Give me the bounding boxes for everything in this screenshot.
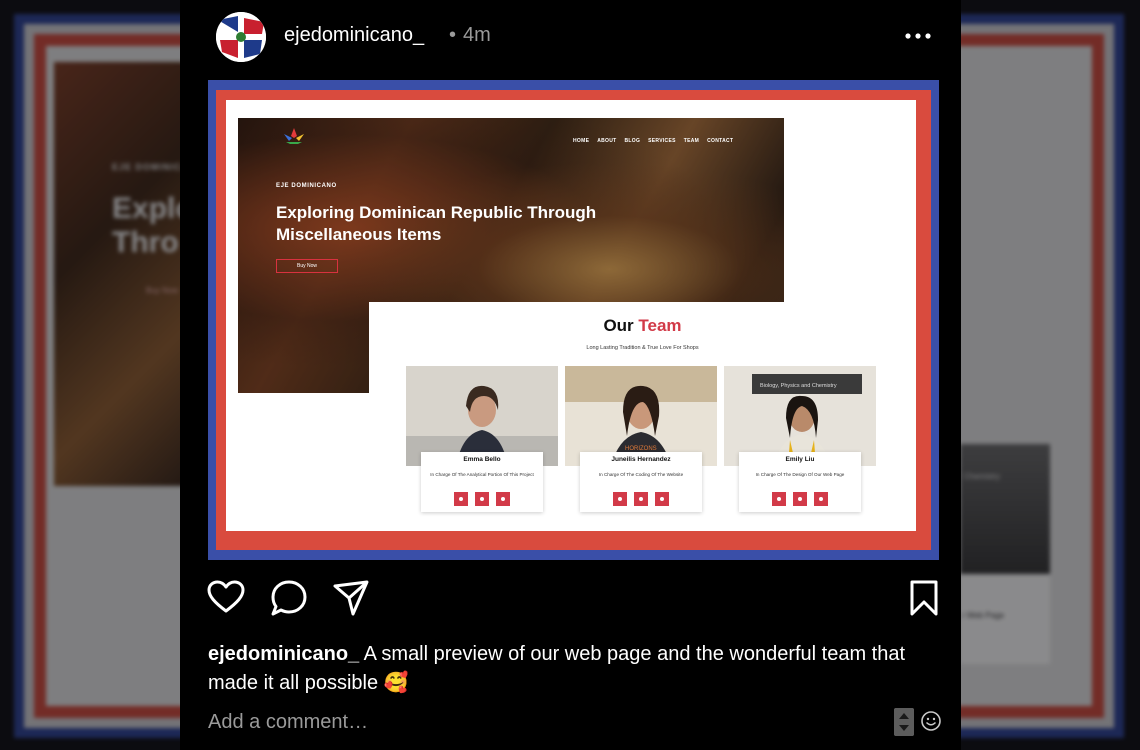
comment-input[interactable]	[208, 706, 888, 738]
caption-emoji: 🥰	[383, 672, 409, 694]
comment-row	[208, 706, 941, 738]
hero-eyebrow: EJE DOMINICANO	[276, 183, 337, 189]
caption-username[interactable]: ejedominicano_	[208, 643, 359, 665]
member-photo: HORIZONS	[565, 366, 717, 466]
twitter-icon	[814, 492, 828, 506]
team-section: Our Team Long Lasting Tradition & True L…	[369, 302, 916, 531]
backdrop-chem: Chemistry	[964, 472, 1001, 481]
buy-now-button: Buy Now	[276, 259, 338, 273]
member-role: In Charge Of The Design Of Our Web Page	[755, 472, 845, 477]
member-role: In Charge Of The Analytical Portion Of T…	[430, 472, 534, 477]
post-panel: ejedominicano_ • 4m HOME ABOUT BLOG SERV…	[180, 0, 961, 750]
backdrop-role: r Web Page	[962, 611, 1005, 620]
flower-logo-icon	[284, 128, 304, 144]
backdrop-eyebrow: EJE DOMINICA	[112, 162, 190, 172]
post-header: ejedominicano_ • 4m	[180, 0, 961, 74]
facebook-icon	[454, 492, 468, 506]
website-preview: HOME ABOUT BLOG SERVICES TEAM CONTACT EJ…	[226, 100, 916, 531]
ellipsis-horizontal-icon[interactable]	[900, 22, 940, 50]
instagram-icon	[793, 492, 807, 506]
resize-handle-icon[interactable]	[894, 708, 914, 736]
team-title-team: Team	[638, 316, 682, 335]
team-title: Our Team	[369, 316, 916, 336]
backdrop-buy: Buy Now	[146, 286, 179, 295]
photo-sign-text: Biology, Physics and Chemistry	[760, 383, 837, 389]
post-caption: ejedominicano_ A small preview of our we…	[208, 640, 938, 698]
member-role: In Charge Of The Coding Of The Website	[598, 472, 684, 477]
member-photo-image: Biology, Physics and Chemistry	[724, 366, 876, 466]
member-name: Juneilis Hernandez	[611, 456, 671, 463]
member-photo: Biology, Physics and Chemistry	[724, 366, 876, 466]
member-name: Emma Bello	[463, 456, 501, 463]
nav-contact: CONTACT	[707, 138, 734, 144]
heart-icon[interactable]	[206, 578, 246, 618]
team-member-card: HORIZONS Juneilis Hernandez In Charge Of…	[565, 366, 717, 516]
post-time[interactable]: 4m	[463, 24, 491, 47]
dominican-flag-icon	[216, 12, 266, 62]
bookmark-icon[interactable]	[904, 578, 944, 618]
facebook-icon	[613, 492, 627, 506]
nav-services: SERVICES	[648, 138, 676, 144]
emoji-icon[interactable]	[920, 710, 942, 732]
instagram-icon	[634, 492, 648, 506]
nav-team: TEAM	[683, 138, 700, 144]
team-member-card: Emma Bello In Charge Of The Analytical P…	[406, 366, 558, 516]
member-social	[421, 492, 543, 506]
comment-icon[interactable]	[269, 578, 309, 618]
member-name: Emily Liu	[785, 456, 815, 463]
post-username[interactable]: ejedominicano_	[284, 24, 424, 47]
hero-title: Exploring Dominican Republic Through Mis…	[276, 203, 597, 244]
facebook-icon	[772, 492, 786, 506]
post-actions	[180, 578, 961, 622]
twitter-icon	[496, 492, 510, 506]
member-photo-image: HORIZONS	[565, 366, 717, 466]
nav-about: ABOUT	[597, 138, 617, 144]
instagram-icon	[475, 492, 489, 506]
team-member-card: Biology, Physics and Chemistry Emily Liu…	[724, 366, 876, 516]
separator-dot: •	[449, 24, 457, 46]
member-info-card: Juneilis Hernandez In Charge Of The Codi…	[580, 452, 702, 512]
member-photo	[406, 366, 558, 466]
team-subtitle: Long Lasting Tradition & True Love For S…	[586, 345, 699, 351]
nav-home: HOME	[573, 138, 590, 144]
team-title-our: Our	[603, 316, 639, 335]
post-image[interactable]: HOME ABOUT BLOG SERVICES TEAM CONTACT EJ…	[208, 80, 939, 560]
member-info-card: Emma Bello In Charge Of The Analytical P…	[421, 452, 543, 512]
twitter-icon	[655, 492, 669, 506]
member-info-card: Emily Liu In Charge Of The Design Of Our…	[739, 452, 861, 512]
backdrop-card-photo	[960, 444, 1050, 574]
member-social	[580, 492, 702, 506]
preview-nav: HOME ABOUT BLOG SERVICES TEAM CONTACT	[573, 138, 733, 144]
avatar[interactable]	[216, 12, 266, 62]
share-icon[interactable]	[331, 578, 371, 618]
nav-blog: BLOG	[624, 138, 641, 144]
member-photo-image	[406, 366, 558, 466]
member-social	[739, 492, 861, 506]
